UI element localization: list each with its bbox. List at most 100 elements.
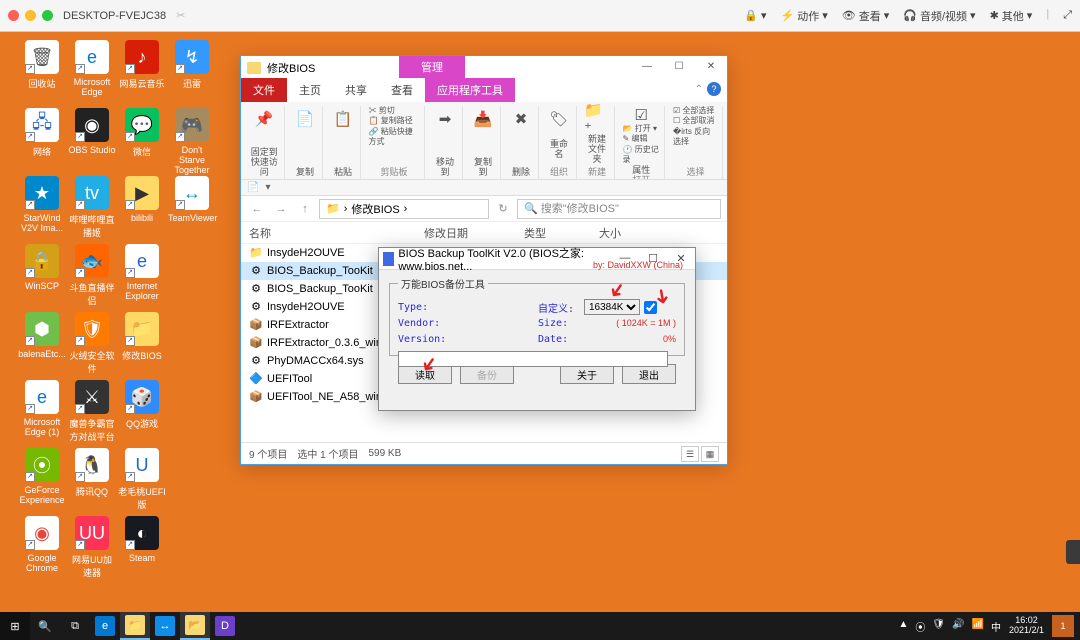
desktop-icon[interactable]: UU↗网易UU加速器	[68, 516, 116, 579]
remote-menu-actions[interactable]: ⚡ 动作 ▾	[781, 8, 828, 24]
remote-menu-view[interactable]: 👁 查看 ▾	[842, 8, 890, 24]
explorer-titlebar[interactable]: 修改BIOS 管理 — ☐ ✕	[241, 56, 727, 80]
minimize-button[interactable]: —	[631, 56, 663, 78]
desktop-icon[interactable]: ★↗StarWind V2V Ima...	[18, 176, 66, 233]
notification-badge[interactable]: 1	[1052, 615, 1074, 637]
close-button[interactable]: ✕	[695, 56, 727, 78]
ribbon-group[interactable]: 📌固定到快速访问	[245, 106, 285, 179]
traffic-lights[interactable]	[8, 10, 53, 21]
desktop-icon[interactable]: 🖧↗网络	[18, 108, 66, 158]
taskbar-taskview[interactable]: ⧉	[60, 612, 90, 640]
backup-button[interactable]: 备份	[460, 364, 514, 384]
desktop-icon[interactable]: 🛡↗火绒安全软件	[68, 312, 116, 375]
tab-view[interactable]: 查看	[379, 78, 425, 102]
view-details-icon[interactable]: ☰	[681, 446, 699, 462]
taskbar-teamviewer[interactable]: ↔	[150, 612, 180, 640]
clock[interactable]: 16:022021/2/1	[1009, 616, 1044, 636]
desktop-icon[interactable]: 💬↗微信	[118, 108, 166, 158]
tray-icon[interactable]: ▲	[898, 619, 908, 634]
custom-size-select[interactable]: 16384K	[584, 299, 640, 315]
help-icon[interactable]: ?	[707, 82, 721, 96]
search-input[interactable]: 🔍 搜索"修改BIOS"	[517, 199, 721, 219]
list-header[interactable]: 名称 修改日期 类型 大小	[241, 222, 727, 244]
nav-fwd-button[interactable]: →	[271, 199, 291, 219]
address-bar[interactable]: 📁› 修改BIOS ›	[319, 199, 489, 219]
desktop-icon[interactable]: 📁↗修改BIOS	[118, 312, 166, 362]
taskbar-search[interactable]: 🔍	[30, 612, 60, 640]
ribbon-group[interactable]: 📥复制到	[467, 106, 501, 179]
desktop-icon[interactable]: 🎮↗Don't Starve Together	[168, 108, 216, 175]
remote-menu-other[interactable]: ✱ 其他 ▾	[990, 8, 1033, 24]
taskbar-edge[interactable]: e	[90, 612, 120, 640]
ribbon-group[interactable]: 🏷重命名组织	[543, 106, 577, 179]
refresh-icon[interactable]: ↻	[493, 199, 513, 219]
about-button[interactable]: 关于	[560, 364, 614, 384]
ribbon-group[interactable]: ☑ 全部选择☐ 全部取消�irts 反向选择选择	[669, 106, 723, 179]
desktop-icon[interactable]: ⬢↗balenaEtc...	[18, 312, 66, 359]
desktop-icon[interactable]: ♪↗网易云音乐	[118, 40, 166, 90]
taskbar[interactable]: ⊞🔍⧉e📁↔📂D ▲ ⦿ 🛡 🔊 📶 中 16:022021/2/1 1	[0, 612, 1080, 640]
tray-icon[interactable]: ⦿	[915, 619, 925, 634]
desktop-icon[interactable]: ◉↗OBS Studio	[68, 108, 116, 155]
ribbon-group[interactable]: ☑📂 打开 ▾✎ 编辑🕐 历史记录属性打开	[619, 106, 665, 179]
desktop-icon[interactable]: e↗Microsoft Edge (1)	[18, 380, 66, 437]
tray-icon[interactable]: 📶	[972, 619, 984, 634]
ribbon-collapse-icon[interactable]: ⌃	[695, 84, 703, 95]
custom-label: 自定义:	[538, 300, 584, 315]
tab-file[interactable]: 文件	[241, 78, 287, 102]
ribbon-group[interactable]: ➡移动到	[429, 106, 463, 179]
ribbon-group[interactable]: ✂ 剪切📋 复制路径🔗 粘贴快捷方式剪贴板	[365, 106, 425, 179]
desktop-icon[interactable]: ↔↗TeamViewer	[168, 176, 216, 223]
nav-back-button[interactable]: ←	[247, 199, 267, 219]
tab-share[interactable]: 共享	[333, 78, 379, 102]
desktop-icon[interactable]: e↗Internet Explorer	[118, 244, 166, 301]
ribbon-group[interactable]: 📋粘贴	[327, 106, 361, 179]
fieldset-legend: 万能BIOS备份工具	[398, 276, 488, 291]
exit-button[interactable]: 退出	[622, 364, 676, 384]
author-label: by: DavidXXW (China)	[593, 260, 683, 270]
desktop-icon[interactable]: e↗Microsoft Edge	[68, 40, 116, 97]
item-count: 9 个项目	[249, 446, 287, 461]
desktop-icon[interactable]: U↗老毛桃UEFI版	[118, 448, 166, 511]
desktop-icon[interactable]: ⦿↗GeForce Experience	[18, 448, 66, 505]
remote-menu-av[interactable]: 🎧 音频/视频 ▾	[903, 8, 975, 24]
side-handle[interactable]	[1066, 540, 1080, 564]
ribbon-group[interactable]: 📁⁺新建文件夹新建	[581, 106, 615, 179]
desktop-icon[interactable]: ◐↗Steam	[118, 516, 166, 563]
desktop-icon[interactable]: 🎲↗QQ游戏	[118, 380, 166, 430]
read-button[interactable]: 读取	[398, 364, 452, 384]
ribbon-group[interactable]: 📄复制	[289, 106, 323, 179]
desktop-icon[interactable]: ▶↗bilibili	[118, 176, 166, 223]
remote-menu-lock[interactable]: 🔒 ▾	[744, 8, 766, 24]
tab-apptools[interactable]: 应用程序工具	[425, 78, 515, 102]
custom-checkbox[interactable]	[644, 301, 657, 314]
tray-icon[interactable]: 🛡	[932, 619, 945, 634]
tray-icon[interactable]: 🔊	[952, 619, 964, 634]
bios-path-input[interactable]	[398, 351, 668, 367]
bios-fieldset: 万能BIOS备份工具 Type: 自定义: 16384K Vendor: Siz…	[389, 276, 685, 356]
desktop-icon[interactable]: tv↗哔哩哔哩直播姬	[68, 176, 116, 239]
desktop-icon[interactable]: 🔒↗WinSCP	[18, 244, 66, 291]
tray-icon[interactable]: 中	[991, 619, 1001, 634]
management-tab[interactable]: 管理	[399, 56, 465, 78]
system-tray[interactable]: ▲ ⦿ 🛡 🔊 📶 中 16:022021/2/1 1	[898, 615, 1080, 637]
taskbar-app[interactable]: D	[210, 612, 240, 640]
taskbar-folder[interactable]: 📂	[180, 612, 210, 640]
view-icons-icon[interactable]: ▦	[701, 446, 719, 462]
desktop-icon[interactable]: ↯↗迅雷	[168, 40, 216, 90]
tab-home[interactable]: 主页	[287, 78, 333, 102]
desktop-icon[interactable]: ⚔↗魔兽争霸官方对战平台	[68, 380, 116, 443]
nav-back-icon[interactable]: 📄	[247, 182, 259, 193]
explorer-title: 修改BIOS	[267, 60, 315, 76]
taskbar-start[interactable]: ⊞	[0, 612, 30, 640]
desktop-icon[interactable]: 🗑↗回收站	[18, 40, 66, 90]
remote-expand-icon[interactable]: ⤢	[1063, 8, 1072, 24]
nav-up-button[interactable]: ↑	[295, 199, 315, 219]
desktop-icon[interactable]: 🐟↗斗鱼直播伴侣	[68, 244, 116, 307]
ribbon-group[interactable]: ✖删除	[505, 106, 539, 179]
maximize-button[interactable]: ☐	[663, 56, 695, 78]
taskbar-explorer[interactable]: 📁	[120, 612, 150, 640]
type-label: Type:	[398, 302, 458, 313]
desktop-icon[interactable]: 🐧↗腾讯QQ	[68, 448, 116, 498]
desktop-icon[interactable]: ◉↗Google Chrome	[18, 516, 66, 573]
